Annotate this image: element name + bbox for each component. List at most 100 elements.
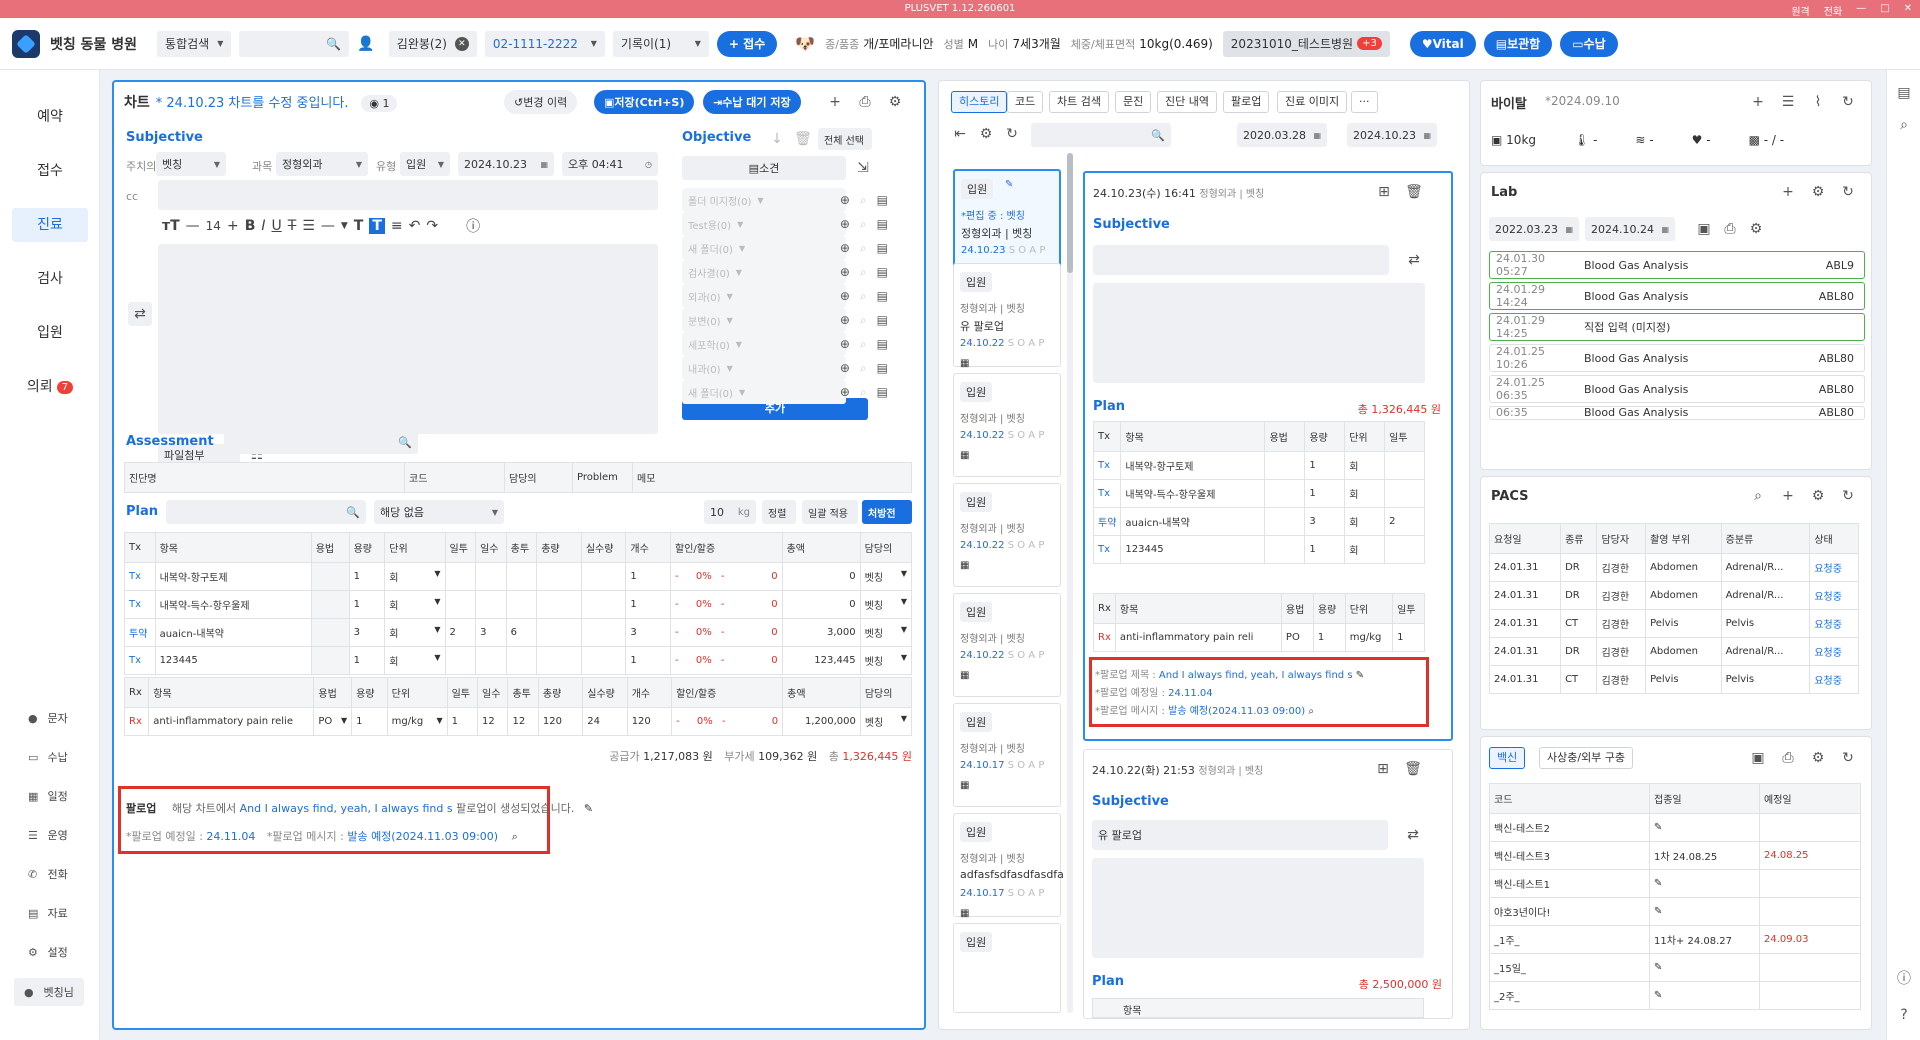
- weight-input[interactable]: 10 kg: [704, 500, 756, 524]
- vaccine-row[interactable]: _2주_ ✎: [1489, 981, 1861, 1010]
- download-icon[interactable]: ↓: [768, 130, 786, 148]
- calendar-icon[interactable]: ▦: [960, 358, 969, 369]
- nav-user[interactable]: ● 벳칭님: [14, 978, 84, 1006]
- history-tab[interactable]: 문진: [1115, 91, 1152, 113]
- text-size-icon[interactable]: тT: [162, 218, 180, 234]
- nav-schedule[interactable]: ▦ 일정: [28, 788, 68, 804]
- vet-select[interactable]: 벳칭 ▼: [156, 152, 226, 176]
- history-tab[interactable]: 진단 내역: [1157, 91, 1217, 113]
- phone-button[interactable]: 전화: [1824, 3, 1842, 18]
- history-button[interactable]: ↺ 변경 이력: [504, 90, 578, 114]
- date-input[interactable]: 2024.10.23 ▦: [458, 152, 554, 176]
- add-icon[interactable]: +: [1779, 183, 1797, 201]
- vaccine-row[interactable]: 야호3년이다! ✎: [1489, 897, 1861, 926]
- filter-icon[interactable]: ⚙: [977, 125, 995, 143]
- calendar-icon[interactable]: ▦: [960, 560, 969, 571]
- trash-icon[interactable]: 🗑: [1404, 760, 1422, 778]
- close-button[interactable]: ✕: [1904, 3, 1912, 18]
- nav-operation[interactable]: ☰ 운영: [28, 827, 68, 843]
- pacs-row[interactable]: 24.01.31 CT 김경한 Pelvis Pelvis 요청중: [1488, 609, 1859, 638]
- assessment-search[interactable]: 🔍: [224, 430, 418, 454]
- record-select[interactable]: 기록이(1) ▼: [612, 30, 709, 57]
- pacs-row[interactable]: 24.01.31 DR 김경한 Abdomen Adrenal/R... 요청중: [1488, 553, 1859, 582]
- align-icon[interactable]: ≡: [391, 218, 403, 234]
- filter-icon[interactable]: ⚙: [1747, 220, 1765, 238]
- list-icon[interactable]: ☰: [302, 218, 315, 234]
- from-date[interactable]: 2020.03.28 ▦: [1237, 123, 1327, 147]
- nav-reception[interactable]: 접수: [12, 154, 88, 188]
- findings-button[interactable]: ▤ 소견: [682, 156, 846, 180]
- line-icon[interactable]: —: [321, 218, 335, 234]
- objective-folder-row[interactable]: 새 폴더(0) ▼ ⊕ ⌕ ▤: [682, 236, 888, 260]
- lab-row[interactable]: 24.01.25 10:26 Blood Gas Analysis ABL80: [1489, 344, 1865, 372]
- calendar-icon[interactable]: ▦: [960, 450, 969, 461]
- history-card[interactable]: 입원 정형외과 | 벳칭 24.10.22 S O A P ▦: [953, 593, 1061, 697]
- minus-icon[interactable]: —: [186, 218, 200, 234]
- phone-select[interactable]: 02-1111-2222 ▼: [484, 30, 605, 57]
- search-scope-select[interactable]: 통합검색 ▼: [157, 30, 232, 57]
- graph-icon[interactable]: ⌇: [1809, 93, 1827, 111]
- dept-select[interactable]: 정형외과 ▼: [276, 152, 368, 176]
- patient-search-icon[interactable]: ⌕: [1895, 116, 1913, 134]
- gear-icon[interactable]: ⚙: [886, 93, 904, 111]
- patient-card-icon[interactable]: ▤: [1895, 84, 1913, 102]
- edit-icon[interactable]: ✎: [1356, 670, 1364, 681]
- history-card[interactable]: 입원: [953, 923, 1061, 1013]
- copy-icon[interactable]: ▣: [1749, 749, 1767, 767]
- plan-filter-select[interactable]: 해당 없음 ▼: [374, 500, 504, 524]
- sort-button[interactable]: 정렬: [762, 500, 796, 524]
- copy-icon[interactable]: ⊞: [1375, 183, 1393, 201]
- trash-icon[interactable]: 🗑: [1405, 183, 1423, 201]
- print-icon[interactable]: ⎙: [1721, 220, 1739, 238]
- bulk-apply-button[interactable]: 일괄 적용: [802, 500, 858, 524]
- tab-heartworm[interactable]: 사상충/외부 구충: [1539, 747, 1634, 769]
- to-date[interactable]: 2024.10.23 ▦: [1347, 123, 1437, 147]
- history-card[interactable]: 입원 정형외과 | 벳칭 adfasfsdfasdfasdfa 24.10.17 S …: [953, 813, 1064, 919]
- subjective-editor[interactable]: [158, 244, 658, 434]
- maximize-button[interactable]: □: [1880, 3, 1889, 18]
- vaccine-row[interactable]: _15일_ ✎: [1489, 953, 1861, 982]
- select-all-button[interactable]: 전체 선택: [818, 128, 872, 150]
- pacs-row[interactable]: 24.01.31 DR 김경한 Abdomen Adrenal/R... 요청중: [1488, 637, 1859, 666]
- bold-icon[interactable]: B: [245, 218, 256, 234]
- time-input[interactable]: 오후 04:41 ◷: [562, 152, 658, 176]
- info-icon[interactable]: ⓘ: [466, 216, 480, 236]
- gear-icon[interactable]: ⚙: [1809, 749, 1827, 767]
- objective-folder-row[interactable]: 새 폴더(0) ▼ ⊕ ⌕ ▤: [682, 380, 888, 404]
- objective-folder-row[interactable]: 폴더 미지정(0) ▼ ⊕ ⌕ ▤: [682, 188, 888, 212]
- objective-folder-row[interactable]: 외과(0) ▼ ⊕ ⌕ ▤: [682, 284, 888, 308]
- underline-icon[interactable]: U: [272, 218, 282, 234]
- search-input[interactable]: 🔍: [239, 30, 350, 57]
- wait-save-button[interactable]: ⇥ 수납 대기 저장: [703, 90, 801, 114]
- vaccine-row[interactable]: _1주_ 11차+ 24.08.27 24.09.03: [1489, 925, 1861, 954]
- lab-row[interactable]: 24.01.25 06:35Blood Gas AnalysisABL80: [1489, 406, 1865, 420]
- add-icon[interactable]: +: [1779, 487, 1797, 505]
- history-card[interactable]: 입원 정형외과 | 벳칭 24.10.22 S O A P ▦: [953, 373, 1061, 477]
- plan-row[interactable]: Tx 내복약-득수-항우울제 1 회 ▼ 1- 0% - 0 0 벳칭 ▼: [124, 590, 913, 619]
- italic-icon[interactable]: I: [261, 218, 265, 234]
- search-icon[interactable]: 🔍: [326, 37, 341, 51]
- clear-icon[interactable]: ✕: [454, 36, 469, 51]
- gear-icon[interactable]: ⚙: [1809, 487, 1827, 505]
- plus-icon[interactable]: +: [227, 218, 239, 234]
- gear-icon[interactable]: ⚙: [1809, 183, 1827, 201]
- undo-icon[interactable]: ↶: [409, 218, 421, 234]
- lab-row[interactable]: 24.01.29 14:24 Blood Gas Analysis ABL80: [1489, 282, 1865, 310]
- refresh-icon[interactable]: ↻: [1839, 183, 1857, 201]
- calendar-icon[interactable]: ▦: [960, 908, 969, 919]
- pacs-row[interactable]: 24.01.31 DR 김경한 Abdomen Adrenal/R... 요청중: [1488, 581, 1859, 610]
- vaccine-row[interactable]: 백신-테스트2 ✎: [1489, 813, 1861, 842]
- prescription-button[interactable]: 처방전: [862, 500, 912, 524]
- reception-button[interactable]: + 접수: [716, 30, 778, 57]
- history-card[interactable]: 입원 정형외과 | 벳칭 24.10.17 S O A P ▦: [953, 703, 1061, 807]
- font-size[interactable]: 14: [206, 219, 221, 233]
- save-button[interactable]: ▣ 저장(Ctrl+S): [594, 90, 695, 114]
- type-select[interactable]: 입원 ▼: [400, 152, 450, 176]
- objective-folder-row[interactable]: Test용(0) ▼ ⊕ ⌕ ▤: [682, 212, 888, 236]
- payment-button[interactable]: ▭ 수납: [1560, 30, 1618, 57]
- redo-icon[interactable]: ↷: [426, 218, 438, 234]
- refresh-icon[interactable]: ↻: [1839, 749, 1857, 767]
- calendar-icon[interactable]: ▦: [960, 670, 969, 681]
- print-icon[interactable]: ⎙: [1779, 749, 1797, 767]
- strike-icon[interactable]: T: [288, 218, 297, 234]
